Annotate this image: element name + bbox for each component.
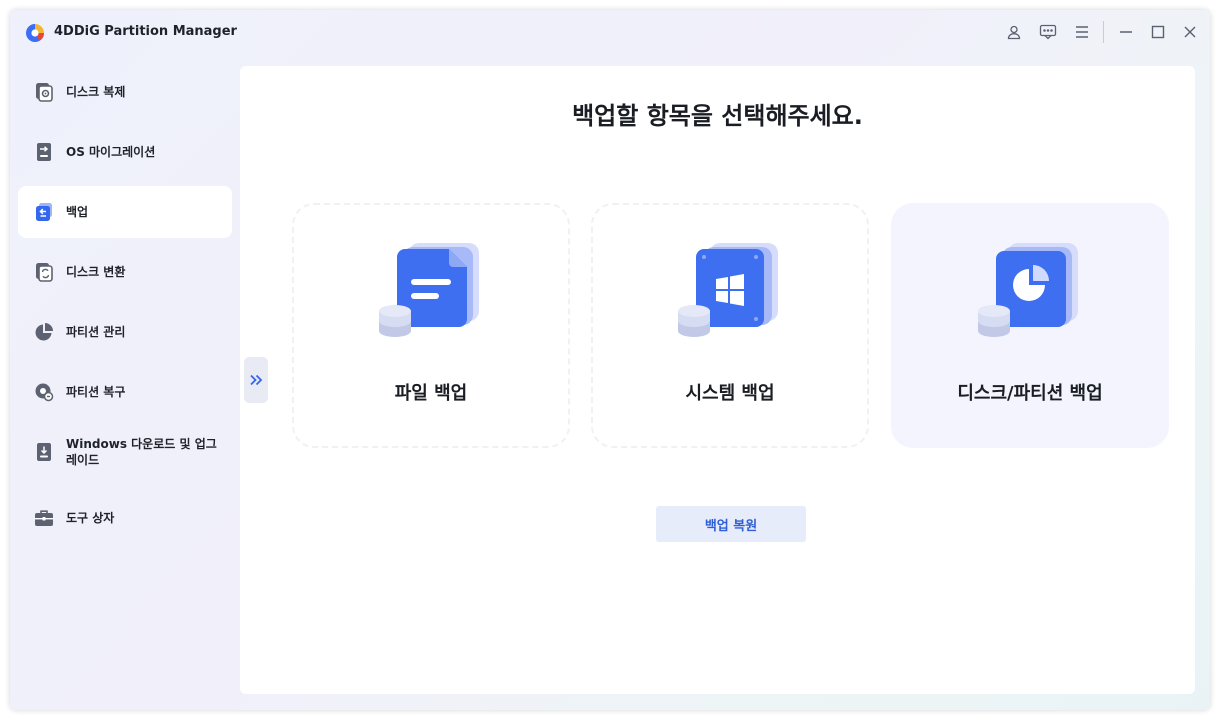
- toolbox-icon: [35, 510, 53, 526]
- menu-icon[interactable]: [1071, 21, 1093, 43]
- page-title: 백업할 항목을 선택해주세요.: [572, 102, 863, 130]
- sidebar-item-label: 도구 상자: [66, 511, 115, 525]
- disk-clone-icon: [36, 83, 53, 102]
- restore-backup-button[interactable]: 백업 복원: [656, 506, 806, 542]
- os-migration-icon: [37, 143, 51, 161]
- system-backup-icon: [678, 243, 778, 337]
- partition-manage-icon: [35, 323, 53, 341]
- disk-partition-backup-card[interactable]: 디스크/파티션 백업: [891, 203, 1169, 448]
- double-chevron-right-icon: [250, 374, 263, 386]
- maximize-icon[interactable]: [1147, 21, 1169, 43]
- sidebar-item-label: 디스크 복제: [66, 85, 126, 99]
- sidebar-item-partition-manage[interactable]: 파티션 관리: [18, 306, 232, 358]
- windows-download-icon: [37, 443, 51, 461]
- sidebar-item-label: OS 마이그레이션: [66, 145, 156, 159]
- user-icon[interactable]: [1003, 21, 1025, 43]
- sidebar-item-disk-clone[interactable]: 디스크 복제: [18, 66, 232, 118]
- file-backup-card[interactable]: 파일 백업: [292, 203, 570, 448]
- sidebar-item-partition-recovery[interactable]: 파티션 복구: [18, 366, 232, 418]
- app-title: 4DDiG Partition Manager: [54, 24, 237, 39]
- card-label: 파일 백업: [394, 383, 468, 404]
- disk-convert-icon: [36, 263, 53, 282]
- sidebar-item-backup[interactable]: 백업: [18, 186, 232, 238]
- system-backup-card[interactable]: 시스템 백업: [591, 203, 869, 448]
- sidebar-item-os-migration[interactable]: OS 마이그레이션: [18, 126, 232, 178]
- sidebar-toggle-button[interactable]: [244, 357, 268, 403]
- sidebar-item-label: 파티션 관리: [66, 325, 126, 339]
- feedback-icon[interactable]: [1037, 21, 1059, 43]
- main-panel: 백업할 항목을 선택해주세요. 파일 백업 시스템 백업 디스크/파티션 백업 …: [240, 66, 1195, 694]
- card-label: 시스템 백업: [685, 383, 775, 404]
- sidebar-item-windows-download[interactable]: Windows 다운로드 및 업그레이드: [18, 426, 232, 478]
- sidebar-item-label: 디스크 변환: [66, 265, 126, 279]
- sidebar-item-label: 백업: [66, 205, 89, 219]
- sidebar-item-disk-convert[interactable]: 디스크 변환: [18, 246, 232, 298]
- sidebar-item-label: 파티션 복구: [66, 385, 126, 399]
- app-window: 4DDiG Partition Manager 디스크 복제 OS 마이그레이션…: [10, 10, 1210, 710]
- sidebar-item-label: Windows 다운로드 및 업그레이드: [66, 437, 217, 467]
- partition-recovery-icon: [35, 383, 54, 402]
- backup-icon: [36, 203, 52, 221]
- titlebar-divider: [1103, 21, 1104, 43]
- card-label: 디스크/파티션 백업: [957, 383, 1103, 404]
- 4ddig-logo-icon: [26, 24, 45, 42]
- close-icon[interactable]: [1179, 21, 1201, 43]
- disk-partition-backup-icon: [978, 243, 1078, 337]
- sidebar-item-toolbox[interactable]: 도구 상자: [18, 492, 232, 544]
- title-bar: 4DDiG Partition Manager: [10, 10, 1210, 54]
- minimize-icon[interactable]: [1115, 21, 1137, 43]
- file-backup-icon: [379, 243, 479, 337]
